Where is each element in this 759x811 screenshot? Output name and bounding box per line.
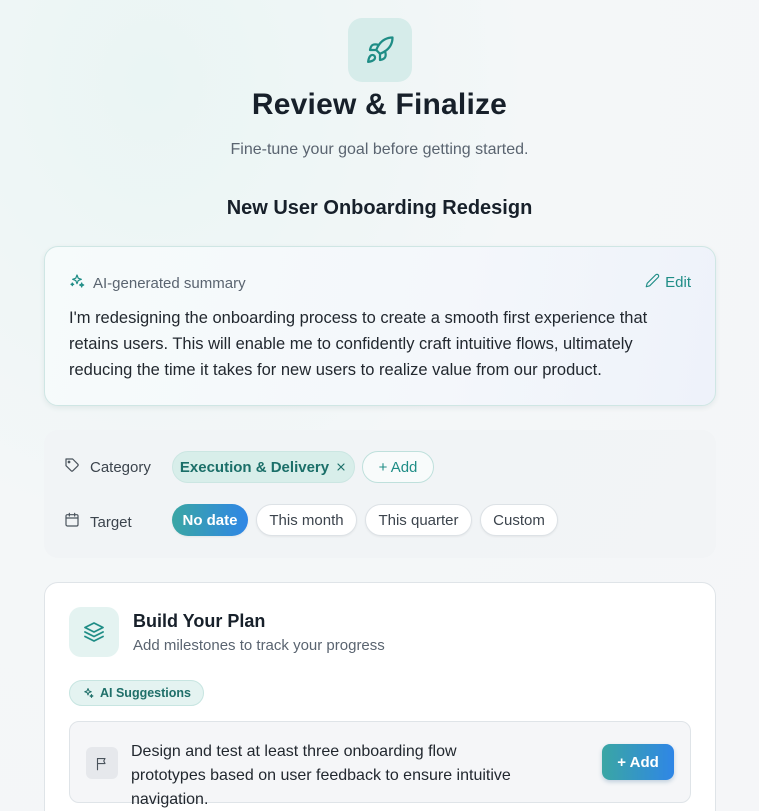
goal-name: New User Onboarding Redesign: [226, 197, 533, 219]
page-title: Review & Finalize: [251, 88, 508, 121]
add-category-button[interactable]: + Add: [362, 451, 434, 483]
add-suggestion-button[interactable]: + Add: [602, 744, 674, 780]
calendar-icon: [64, 512, 80, 532]
target-option-this-quarter[interactable]: This quarter: [365, 504, 472, 536]
target-option-this-month[interactable]: This month: [256, 504, 357, 536]
layers-icon: [69, 607, 119, 657]
ai-suggestions-badge: AI Suggestions: [69, 680, 204, 706]
suggestion-text: Design and test at least three onboardin…: [131, 743, 511, 808]
category-chip-label: Execution & Delivery: [179, 458, 330, 476]
suggestion-item: Design and test at least three onboardin…: [69, 721, 691, 808]
goal-meta-panel: Category Execution & Delivery + Add Targ…: [44, 430, 716, 558]
tag-icon: [64, 457, 80, 477]
flag-icon: [86, 747, 118, 779]
sparkles-icon: [82, 687, 94, 699]
plan-subtitle: Add milestones to track your progress: [133, 637, 385, 654]
target-option-custom[interactable]: Custom: [480, 504, 558, 536]
target-option-no-date[interactable]: No date: [172, 504, 248, 536]
summary-label: AI-generated summary: [93, 274, 246, 292]
category-row-label: Category: [64, 457, 151, 477]
edit-label: Edit: [665, 274, 691, 291]
ai-summary-card: AI-generated summary Edit I'm redesignin…: [44, 246, 716, 406]
target-label: Target: [90, 513, 132, 531]
edit-summary-button[interactable]: Edit: [645, 273, 691, 292]
close-icon[interactable]: [335, 461, 347, 473]
plan-title: Build Your Plan: [133, 611, 266, 631]
summary-header: AI-generated summary: [69, 273, 246, 293]
category-label: Category: [90, 458, 151, 476]
category-chip: Execution & Delivery: [172, 451, 355, 483]
page-subtitle: Fine-tune your goal before getting start…: [230, 141, 529, 158]
ai-badge-label: AI Suggestions: [100, 686, 191, 700]
pencil-icon: [645, 273, 660, 292]
sparkles-icon: [69, 273, 85, 293]
rocket-icon: [348, 18, 412, 82]
build-plan-card: Build Your Plan Add milestones to track …: [44, 582, 716, 811]
summary-text: I'm redesigning the onboarding process t…: [69, 309, 648, 379]
target-row-label: Target: [64, 512, 132, 532]
